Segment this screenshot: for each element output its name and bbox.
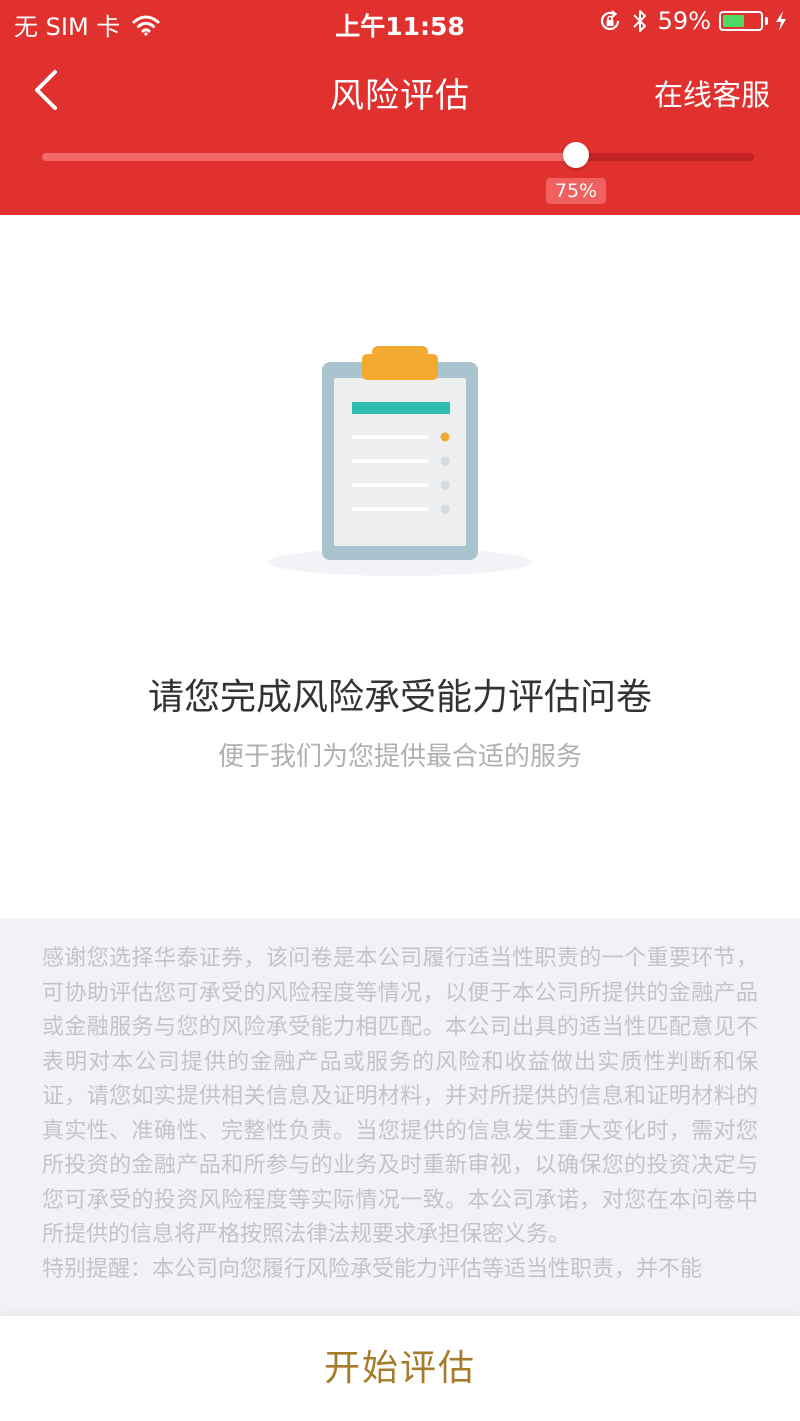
questionnaire-title: 请您完成风险承受能力评估问卷 — [147, 677, 652, 718]
progress-thumb[interactable] — [563, 142, 589, 168]
bottom-action-bar: 开始评估 — [0, 1316, 800, 1421]
battery-icon — [719, 11, 763, 31]
progress-fill — [42, 153, 576, 161]
battery-level — [723, 15, 744, 27]
status-bar: 无 SIM 卡 上午11:58 59% — [0, 0, 800, 44]
disclaimer-text: 感谢您选择华泰证券，该问卷是本公司履行适当性职责的一个重要环节，可协助评估您可承… — [0, 918, 800, 1287]
header: 无 SIM 卡 上午11:58 59% 风险评估 在线客服 75% — [0, 0, 800, 215]
online-service-link[interactable]: 在线客服 — [654, 72, 770, 114]
disclaimer-paragraph: 特别提醒：本公司向您履行风险承受能力评估等适当性职责，并不能 — [42, 1256, 703, 1282]
progress-track — [42, 153, 754, 161]
start-assessment-button[interactable]: 开始评估 — [0, 1316, 800, 1421]
disclaimer-panel[interactable]: 感谢您选择华泰证券，该问卷是本公司履行适当性职责的一个重要环节，可协助评估您可承… — [0, 918, 800, 1316]
progress-label: 75% — [546, 178, 606, 204]
bluetooth-icon — [632, 10, 646, 32]
navigation-bar: 风险评估 在线客服 — [0, 58, 800, 124]
orientation-lock-icon — [600, 10, 619, 30]
battery-percent: 59% — [657, 7, 711, 35]
questionnaire-subtitle: 便于我们为您提供最合适的服务 — [217, 742, 582, 772]
charging-icon — [776, 11, 786, 31]
battery-nub — [765, 17, 768, 25]
status-right: 59% — [598, 7, 788, 35]
disclaimer-paragraph: 感谢您选择华泰证券，该问卷是本公司履行适当性职责的一个重要环节，可协助评估您可承… — [42, 946, 758, 1247]
clipboard-checklist-icon — [268, 346, 532, 576]
